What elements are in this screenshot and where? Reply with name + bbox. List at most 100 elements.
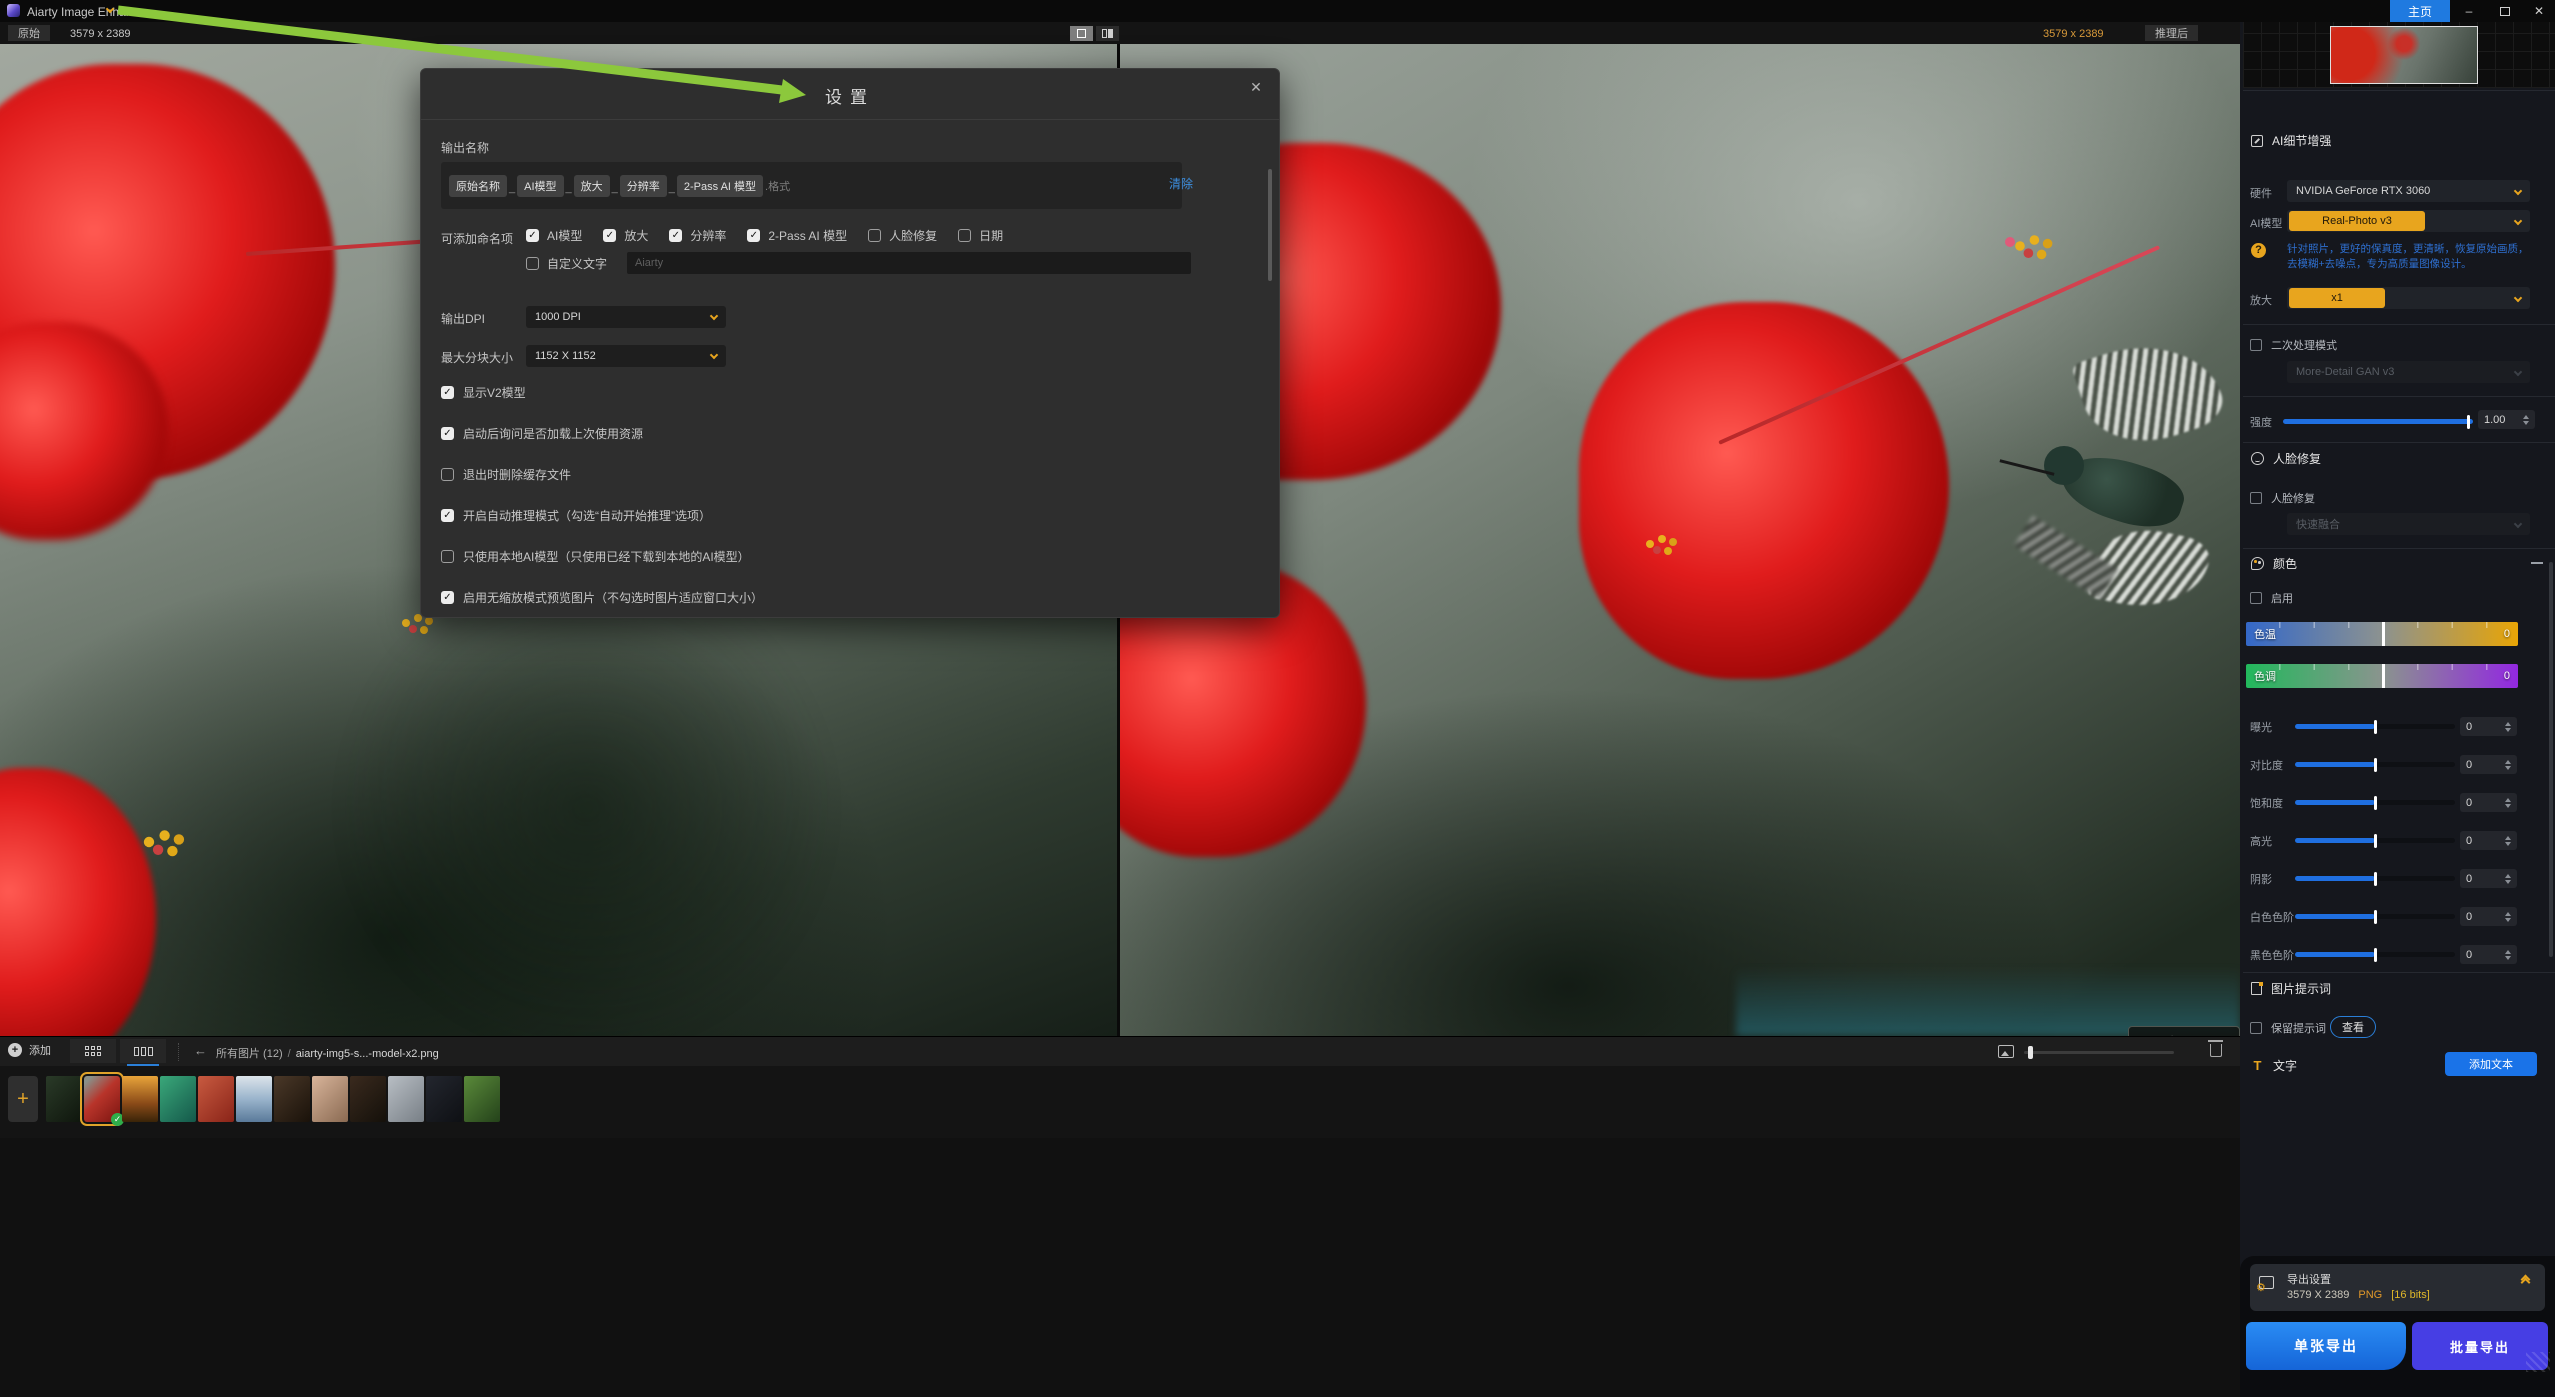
- addable-checkbox[interactable]: [958, 229, 971, 242]
- navigator-minimap[interactable]: [2330, 26, 2478, 84]
- export-settings-box[interactable]: 导出设置 3579 X 2389 PNG [16 bits]: [2250, 1264, 2545, 1311]
- face-restore-option[interactable]: 人脸修复: [2250, 490, 2315, 506]
- add-image-tile[interactable]: +: [8, 1076, 38, 1122]
- panel-scrollbar[interactable]: [2549, 562, 2553, 957]
- settings-option[interactable]: ✓启用无缩放模式预览图片（不勾选时图片适应窗口大小）: [441, 589, 763, 606]
- strength-slider[interactable]: [2283, 419, 2473, 424]
- dialog-scrollbar[interactable]: [1268, 169, 1272, 281]
- thumbnail-size-handle[interactable]: [2028, 1046, 2033, 1059]
- addable-checkbox[interactable]: ✓: [603, 229, 616, 242]
- face-restore-checkbox[interactable]: [2250, 492, 2262, 504]
- slider-value-box[interactable]: 0: [2460, 869, 2517, 888]
- name-tag[interactable]: 原始名称: [449, 175, 507, 197]
- settings-option[interactable]: ✓开启自动推理模式（勾选“自动开始推理”选项）: [441, 507, 763, 524]
- addable-checkbox[interactable]: ✓: [747, 229, 760, 242]
- color-slider[interactable]: [2295, 914, 2455, 919]
- addable-option[interactable]: ✓分辨率: [669, 227, 726, 244]
- dpi-dropdown[interactable]: 1000 DPI: [526, 306, 726, 328]
- export-single-button[interactable]: 单张导出: [2246, 1322, 2406, 1370]
- settings-option[interactable]: 只使用本地AI模型（只使用已经下载到本地的AI模型）: [441, 548, 763, 565]
- maximize-button[interactable]: [2488, 0, 2522, 22]
- temperature-slider[interactable]: 色温 0: [2246, 622, 2518, 646]
- help-icon[interactable]: ?: [2251, 243, 2266, 258]
- second-pass-checkbox[interactable]: [2250, 339, 2262, 351]
- color-enable-checkbox[interactable]: [2250, 592, 2262, 604]
- grid-view-button[interactable]: [70, 1039, 116, 1063]
- filmstrip-view-button[interactable]: [120, 1039, 166, 1063]
- color-slider[interactable]: [2295, 952, 2455, 957]
- thumbnail[interactable]: [350, 1076, 386, 1122]
- color-slider[interactable]: [2295, 724, 2455, 729]
- minimize-button[interactable]: –: [2452, 0, 2486, 22]
- settings-checkbox[interactable]: ✓: [441, 386, 454, 399]
- view-prompt-button[interactable]: 查看: [2330, 1016, 2376, 1038]
- slider-value-box[interactable]: 0: [2460, 793, 2517, 812]
- slider-value-box[interactable]: 0: [2460, 831, 2517, 850]
- settings-checkbox[interactable]: ✓: [441, 427, 454, 440]
- output-name-field[interactable]: 原始名称_AI模型_放大_分辨率_2-Pass AI 模型.格式: [441, 162, 1182, 209]
- thumbnail[interactable]: [236, 1076, 272, 1122]
- color-enable-option[interactable]: 启用: [2250, 590, 2293, 606]
- collapse-chevrons-icon[interactable]: [2522, 1276, 2529, 1282]
- settings-option[interactable]: 退出时删除缓存文件: [441, 466, 763, 483]
- thumbnail[interactable]: [274, 1076, 310, 1122]
- strength-value-box[interactable]: 1.00: [2478, 410, 2535, 429]
- back-arrow-icon[interactable]: ←: [194, 1043, 207, 1058]
- keep-prompt-checkbox[interactable]: [2250, 1022, 2262, 1034]
- slider-value-box[interactable]: 0: [2460, 945, 2517, 964]
- thumbnail[interactable]: [46, 1076, 82, 1122]
- slider-value-box[interactable]: 0: [2460, 717, 2517, 736]
- thumbnail[interactable]: [122, 1076, 158, 1122]
- thumbnail[interactable]: [388, 1076, 424, 1122]
- color-slider[interactable]: [2295, 876, 2455, 881]
- slider-handle[interactable]: [2467, 415, 2470, 429]
- slider-value-box[interactable]: 0: [2460, 755, 2517, 774]
- breadcrumb-all-images[interactable]: 所有图片 (12): [216, 1048, 283, 1060]
- settings-option[interactable]: ✓启动后询问是否加载上次使用资源: [441, 425, 763, 442]
- settings-option[interactable]: ✓显示V2模型: [441, 384, 763, 401]
- color-slider[interactable]: [2295, 800, 2455, 805]
- addable-option[interactable]: ✓AI模型: [526, 227, 582, 244]
- addable-checkbox[interactable]: ✓: [669, 229, 682, 242]
- tab-original[interactable]: 原始: [8, 25, 50, 41]
- clear-button[interactable]: 清除: [1169, 175, 1193, 192]
- addable-option[interactable]: ✓放大: [603, 227, 648, 244]
- addable-option[interactable]: ✓2-Pass AI 模型: [747, 227, 847, 244]
- keep-prompt-option[interactable]: 保留提示词: [2250, 1020, 2326, 1036]
- thumbnail[interactable]: [312, 1076, 348, 1122]
- custom-text-input[interactable]: [627, 252, 1191, 274]
- scale-selected-pill[interactable]: x1: [2289, 288, 2385, 308]
- custom-text-checkbox[interactable]: [526, 257, 539, 270]
- thumbnail[interactable]: [464, 1076, 500, 1122]
- collapse-section-icon[interactable]: [2531, 562, 2543, 564]
- color-slider[interactable]: [2295, 762, 2455, 767]
- add-text-button[interactable]: 添加文本: [2445, 1052, 2537, 1076]
- addable-checkbox[interactable]: ✓: [526, 229, 539, 242]
- ai-model-selected-pill[interactable]: Real-Photo v3: [2289, 211, 2425, 231]
- name-tag[interactable]: 放大: [574, 175, 610, 197]
- thumbnail[interactable]: [198, 1076, 234, 1122]
- home-button[interactable]: 主页: [2390, 0, 2450, 22]
- stepper-icons[interactable]: [2523, 415, 2529, 425]
- addable-checkbox[interactable]: [868, 229, 881, 242]
- color-slider[interactable]: [2295, 838, 2455, 843]
- split-view-toggle[interactable]: [1096, 26, 1119, 41]
- addable-option[interactable]: 日期: [958, 227, 1003, 244]
- hardware-dropdown[interactable]: NVIDIA GeForce RTX 3060: [2287, 180, 2530, 202]
- settings-checkbox[interactable]: ✓: [441, 591, 454, 604]
- slider-value-box[interactable]: 0: [2460, 907, 2517, 926]
- tint-slider[interactable]: 色调 0: [2246, 664, 2518, 688]
- processed-image-view[interactable]: [1120, 44, 2240, 1036]
- dialog-close-icon[interactable]: ✕: [1247, 79, 1265, 97]
- slider-handle[interactable]: [2382, 664, 2385, 688]
- addable-option[interactable]: 人脸修复: [868, 227, 937, 244]
- settings-checkbox[interactable]: ✓: [441, 509, 454, 522]
- name-tag[interactable]: 分辨率: [620, 175, 667, 197]
- name-tag[interactable]: AI模型: [517, 175, 563, 197]
- settings-checkbox[interactable]: [441, 468, 454, 481]
- single-view-toggle[interactable]: [1070, 26, 1093, 41]
- tab-processed[interactable]: 推理后: [2145, 25, 2198, 41]
- thumbnail[interactable]: [426, 1076, 462, 1122]
- tile-size-dropdown[interactable]: 1152 X 1152: [526, 345, 726, 367]
- thumbnail-size-slider[interactable]: [2024, 1051, 2174, 1054]
